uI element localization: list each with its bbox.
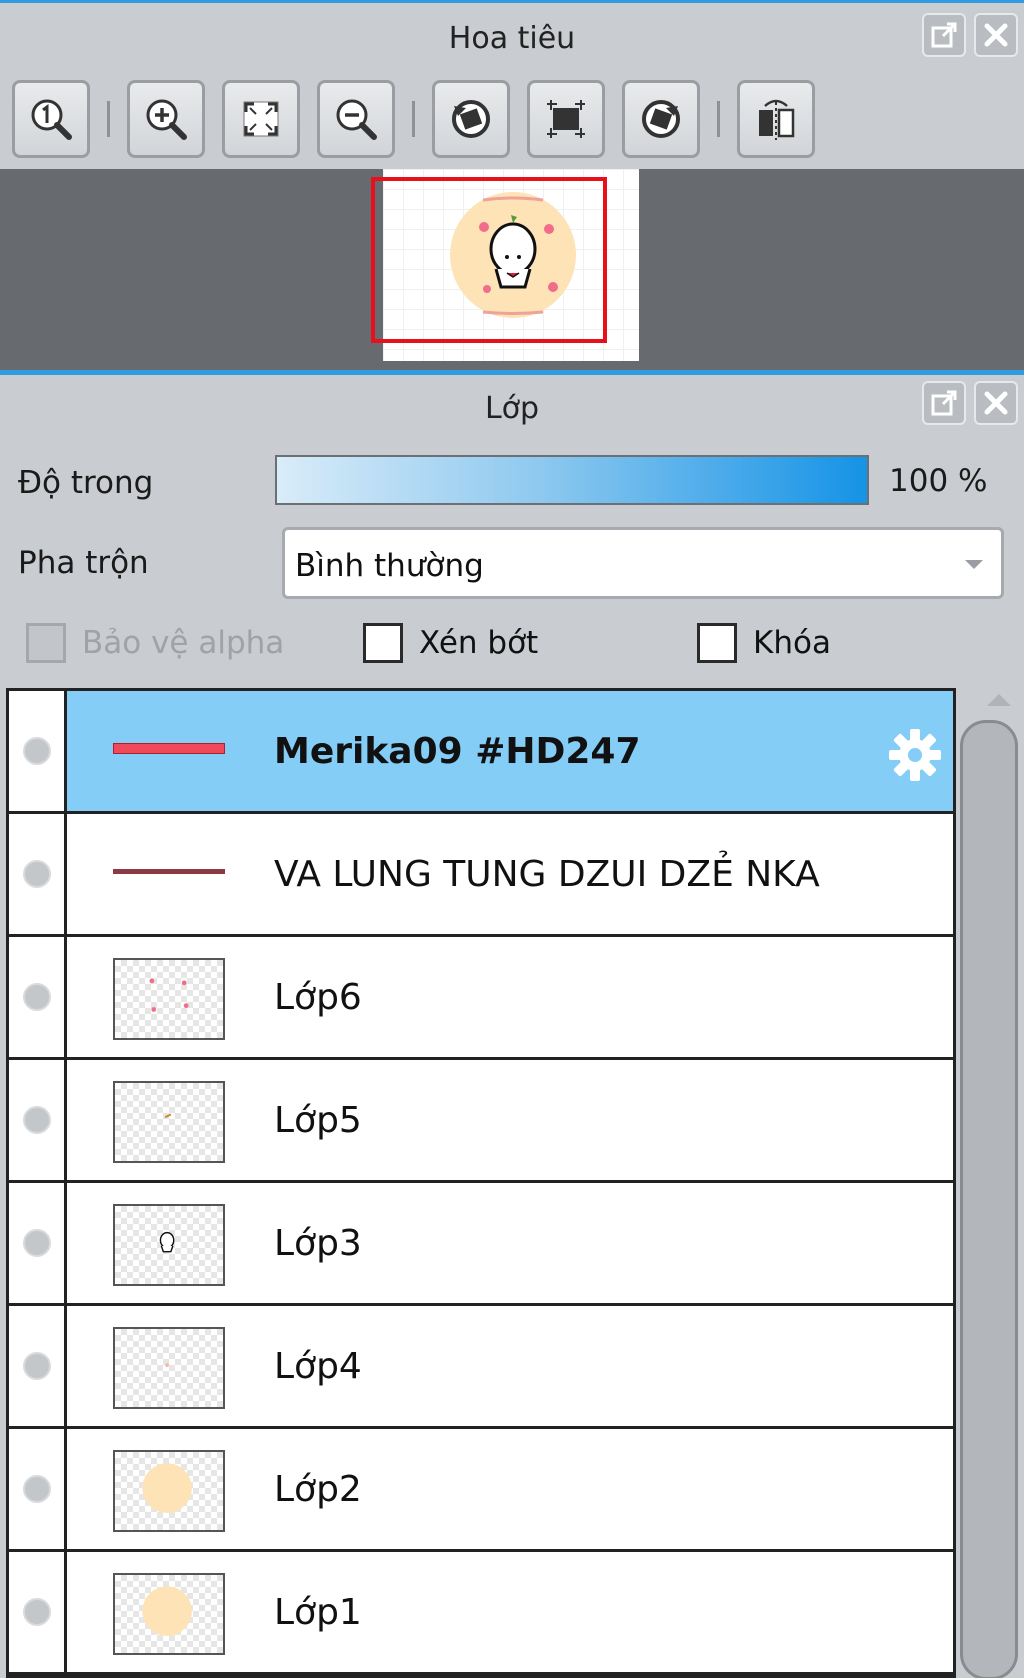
dot-thumbnail-art xyxy=(165,1363,169,1368)
layer-thumbnail xyxy=(113,1573,225,1655)
layer-thumbnail xyxy=(113,1081,225,1163)
layer-name: Lớp4 xyxy=(274,1346,362,1387)
blend-mode-value: Bình thường xyxy=(295,548,484,584)
visibility-dot-icon xyxy=(23,1598,51,1626)
layer-row[interactable]: Lớp1 xyxy=(9,1552,953,1675)
visibility-toggle[interactable] xyxy=(9,1183,67,1303)
layer-name: Merika09 #HD247 xyxy=(274,731,641,772)
navigator-toolbar xyxy=(12,79,832,159)
sprout-thumbnail-art xyxy=(164,1113,172,1119)
protect-alpha-checkbox[interactable]: Bảo vệ alpha xyxy=(26,623,284,663)
visibility-dot-icon xyxy=(23,737,51,765)
zoom-out-icon[interactable] xyxy=(317,80,395,158)
zoom-in-icon[interactable] xyxy=(127,80,205,158)
scroll-up-arrow-icon[interactable] xyxy=(987,694,1011,706)
visibility-dot-icon xyxy=(23,860,51,888)
layer-row[interactable]: Merika09 #HD247 xyxy=(9,691,953,814)
hearts-thumbnail-art xyxy=(149,978,189,1012)
opacity-slider[interactable] xyxy=(275,455,869,505)
layer-thumbnail xyxy=(113,958,225,1040)
chevron-down-icon xyxy=(965,560,983,569)
visibility-toggle[interactable] xyxy=(9,1306,67,1426)
lock-label: Khóa xyxy=(753,625,831,661)
rotate-right-icon[interactable] xyxy=(622,80,700,158)
layer-thumbnail xyxy=(113,743,225,754)
layer-row[interactable]: Lớp4 xyxy=(9,1306,953,1429)
layer-row[interactable]: Lớp2 xyxy=(9,1429,953,1552)
visibility-dot-icon xyxy=(23,1475,51,1503)
visibility-dot-icon xyxy=(23,1352,51,1380)
blend-mode-select[interactable]: Bình thường xyxy=(282,527,1004,599)
layer-row[interactable]: Lớp3 xyxy=(9,1183,953,1306)
layer-row[interactable]: VA LUNG TUNG DZUI DZẺ NKA xyxy=(9,814,953,937)
navigator-title-buttons xyxy=(922,13,1018,57)
navigator-title: Hoa tiêu xyxy=(448,21,576,56)
visibility-toggle[interactable] xyxy=(9,691,67,811)
viewport-rectangle[interactable] xyxy=(371,177,607,343)
close-icon[interactable] xyxy=(974,13,1018,57)
layer-name: Lớp6 xyxy=(274,977,362,1018)
layer-thumbnail xyxy=(113,869,225,874)
layer-thumbnail xyxy=(113,1327,225,1409)
layer-options: Bảo vệ alpha Xén bớt Khóa xyxy=(26,623,1024,673)
visibility-toggle[interactable] xyxy=(9,1552,67,1672)
layer-row[interactable]: Lớp5 xyxy=(9,1060,953,1183)
clip-checkbox[interactable]: Xén bớt xyxy=(363,623,538,663)
layer-name: Lớp3 xyxy=(274,1223,362,1264)
lock-checkbox[interactable]: Khóa xyxy=(697,623,831,663)
clip-label: Xén bớt xyxy=(419,625,539,661)
navigator-preview[interactable] xyxy=(0,169,1024,373)
toolbar-separator xyxy=(412,101,415,137)
visibility-toggle[interactable] xyxy=(9,1429,67,1549)
circle-thumbnail-art xyxy=(142,1463,192,1513)
checkbox-box xyxy=(26,623,66,663)
character-thumbnail-art xyxy=(159,1231,175,1253)
viewport-left-shade xyxy=(377,183,382,337)
protect-alpha-label: Bảo vệ alpha xyxy=(82,625,285,661)
layer-name: Lớp5 xyxy=(274,1100,362,1141)
layer-panel: Lớp Độ trong 100 % Pha trộn Bình thường … xyxy=(0,375,1024,1678)
visibility-dot-icon xyxy=(23,983,51,1011)
layer-thumbnail xyxy=(113,1450,225,1532)
visibility-toggle[interactable] xyxy=(9,1060,67,1180)
visibility-dot-icon xyxy=(23,1229,51,1257)
navigator-panel: Hoa tiêu xyxy=(0,0,1024,373)
checkbox-box xyxy=(363,623,403,663)
fit-screen-icon[interactable] xyxy=(222,80,300,158)
layer-thumbnail xyxy=(113,1204,225,1286)
visibility-toggle[interactable] xyxy=(9,814,67,934)
visibility-dot-icon xyxy=(23,1106,51,1134)
popout-icon[interactable] xyxy=(922,381,966,425)
close-icon[interactable] xyxy=(974,381,1018,425)
layer-name: Lớp1 xyxy=(274,1592,362,1633)
gear-icon[interactable] xyxy=(885,725,945,785)
rotate-left-icon[interactable] xyxy=(432,80,510,158)
toolbar-separator xyxy=(717,101,720,137)
circle-thumbnail-art xyxy=(142,1586,192,1636)
checkbox-box xyxy=(697,623,737,663)
flip-horizontal-icon[interactable] xyxy=(737,80,815,158)
reset-rotation-icon[interactable] xyxy=(527,80,605,158)
toolbar-separator xyxy=(107,101,110,137)
opacity-label: Độ trong xyxy=(18,465,154,501)
opacity-value: 100 % xyxy=(889,463,988,499)
layer-list: Merika09 #HD247 VA LUNG TUNG DZUI DZẺ NK… xyxy=(6,688,956,1678)
layer-row[interactable]: Lớp6 xyxy=(9,937,953,1060)
visibility-toggle[interactable] xyxy=(9,937,67,1057)
scrollbar-thumb[interactable] xyxy=(960,720,1018,1678)
layer-panel-title: Lớp xyxy=(484,391,540,426)
popout-icon[interactable] xyxy=(922,13,966,57)
blend-mode-label: Pha trộn xyxy=(18,545,149,581)
layer-name: VA LUNG TUNG DZUI DZẺ NKA xyxy=(274,854,820,895)
actual-size-icon[interactable] xyxy=(12,80,90,158)
layer-title-buttons xyxy=(922,381,1018,425)
layer-scrollbar[interactable] xyxy=(956,688,1024,1678)
layer-name: Lớp2 xyxy=(274,1469,362,1510)
